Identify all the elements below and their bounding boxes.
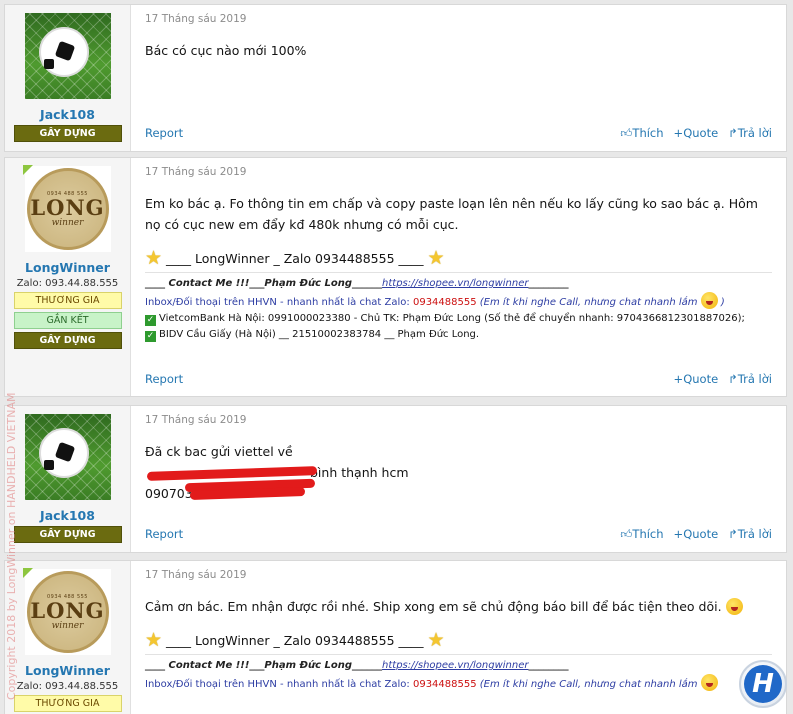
report-link[interactable]: Report — [145, 527, 183, 542]
plus-icon: + — [673, 372, 684, 386]
quote-button[interactable]: +Quote — [674, 372, 719, 386]
longwinner-logo: 0934 488 555 LONG winner — [26, 168, 109, 250]
avatar[interactable]: 0934 488 555 LONG winner — [24, 569, 111, 655]
signature-name-line: ★ ____ LongWinner _ Zalo 0934488555 ____… — [145, 629, 445, 651]
soccer-ball-icon — [38, 428, 89, 478]
post-date[interactable]: 17 Tháng sáu 2019 — [145, 414, 772, 426]
thumbs-up-icon: 👍︎ — [620, 527, 633, 541]
user-column: 0934 488 555 LONG winner LongWinner Zalo… — [5, 561, 131, 714]
reply-arrow-icon: ↱ — [728, 527, 738, 541]
user-title-badge: THƯƠNG GIA — [13, 695, 122, 712]
user-zalo: Zalo: 093.44.88.555 — [16, 681, 119, 692]
post-content: 17 Tháng sáu 2019 Cảm ơn bác. Em nhận đư… — [131, 561, 786, 714]
soccer-ball-icon — [38, 27, 89, 77]
username[interactable]: Jack108 — [40, 508, 95, 523]
post-footer: Report 👍︎Thích +Quote ↱Trả lời — [145, 527, 772, 542]
avatar[interactable] — [24, 13, 111, 99]
shopee-link[interactable]: https://shopee.vn/longwinner — [382, 660, 528, 671]
post-4: 0934 488 555 LONG winner LongWinner Zalo… — [4, 560, 787, 714]
user-column: 0934 488 555 LONG winner LongWinner Zalo… — [5, 158, 131, 396]
quote-button[interactable]: +Quote — [674, 126, 719, 141]
quote-button[interactable]: +Quote — [674, 527, 719, 542]
copyright-watermark: Copyright 2018 by LongWinner on HANDHELD… — [5, 392, 18, 700]
smile-emoji-icon — [725, 598, 743, 615]
reply-arrow-icon: ↱ — [728, 372, 738, 386]
star-icon: ★ — [145, 629, 163, 651]
signature-divider — [145, 272, 772, 273]
reply-button[interactable]: ↱Trả lời — [728, 527, 772, 542]
username[interactable]: Jack108 — [40, 107, 95, 122]
online-indicator — [23, 165, 33, 175]
user-column: Jack108 GÂY DỰNG — [5, 5, 131, 151]
post-1: Jack108 GÂY DỰNG 17 Tháng sáu 2019 Bác c… — [4, 4, 787, 152]
like-button[interactable]: 👍︎Thích — [620, 527, 663, 542]
post-message: Em ko bác ạ. Fo thông tin em chấp và cop… — [145, 196, 758, 232]
signature: ____ Contact Me !!!___Phạm Đức Long_____… — [145, 278, 745, 342]
avatar[interactable]: 0934 488 555 LONG winner — [24, 166, 111, 252]
signature-divider — [145, 654, 772, 655]
post-footer: Report +Quote ↱Trả lời — [145, 372, 772, 386]
thumbs-up-icon: 👍︎ — [620, 126, 633, 140]
star-icon: ★ — [427, 247, 445, 269]
handheld-vietnam-logo: H — [739, 660, 787, 708]
online-indicator — [23, 568, 33, 578]
longwinner-logo: 0934 488 555 LONG winner — [26, 571, 109, 653]
user-title-badge: THƯƠNG GIA — [13, 292, 122, 309]
username[interactable]: LongWinner — [25, 260, 110, 275]
avatar[interactable] — [24, 414, 111, 500]
post-date[interactable]: 17 Tháng sáu 2019 — [145, 569, 772, 581]
post-content: 17 Tháng sáu 2019 Em ko bác ạ. Fo thông … — [131, 158, 786, 396]
grin-emoji-icon — [700, 674, 718, 691]
reply-arrow-icon: ↱ — [728, 126, 738, 140]
post-footer: Report 👍︎Thích +Quote ↱Trả lời — [145, 126, 772, 141]
post-content: 17 Tháng sáu 2019 Đã ck bac gửi viettel … — [131, 406, 786, 552]
star-icon: ★ — [145, 247, 163, 269]
plus-icon: + — [673, 126, 684, 140]
plus-icon: + — [673, 527, 684, 541]
user-title-badge: GÂY DỰNG — [13, 526, 122, 543]
user-title-badge: GẮN KẾT — [13, 312, 122, 329]
star-icon: ★ — [427, 629, 445, 651]
post-message: Đã ck bac gửi viettel về bình thạnh hcm … — [145, 444, 409, 501]
user-title-badge: GÂY DỰNG — [13, 125, 122, 142]
post-date[interactable]: 17 Tháng sáu 2019 — [145, 13, 772, 25]
post-date[interactable]: 17 Tháng sáu 2019 — [145, 166, 772, 178]
report-link[interactable]: Report — [145, 372, 183, 386]
signature-name-line: ★ ____ LongWinner _ Zalo 0934488555 ____… — [145, 247, 445, 269]
post-2: 0934 488 555 LONG winner LongWinner Zalo… — [4, 157, 787, 397]
reply-button[interactable]: ↱Trả lời — [728, 126, 772, 141]
username[interactable]: LongWinner — [25, 663, 110, 678]
check-box-icon: ✓ — [145, 331, 156, 342]
post-3: Jack108 GÂY DỰNG 17 Tháng sáu 2019 Đã ck… — [4, 405, 787, 553]
like-button[interactable]: 👍︎Thích — [620, 126, 663, 141]
post-content: 17 Tháng sáu 2019 Bác có cục nào mới 100… — [131, 5, 786, 151]
user-zalo: Zalo: 093.44.88.555 — [16, 278, 119, 289]
report-link[interactable]: Report — [145, 126, 183, 141]
check-box-icon: ✓ — [145, 315, 156, 326]
post-message: Cảm ơn bác. Em nhận được rồi nhé. Ship x… — [145, 596, 772, 617]
grin-emoji-icon — [700, 292, 718, 309]
shopee-link[interactable]: https://shopee.vn/longwinner — [382, 278, 528, 289]
reply-button[interactable]: ↱Trả lời — [728, 372, 772, 386]
signature: ____ Contact Me !!!___Phạm Đức Long_____… — [145, 658, 772, 693]
user-title-badge: GÂY DỰNG — [13, 332, 122, 349]
post-message: Bác có cục nào mới 100% — [145, 43, 307, 58]
user-column: Jack108 GÂY DỰNG — [5, 406, 131, 552]
